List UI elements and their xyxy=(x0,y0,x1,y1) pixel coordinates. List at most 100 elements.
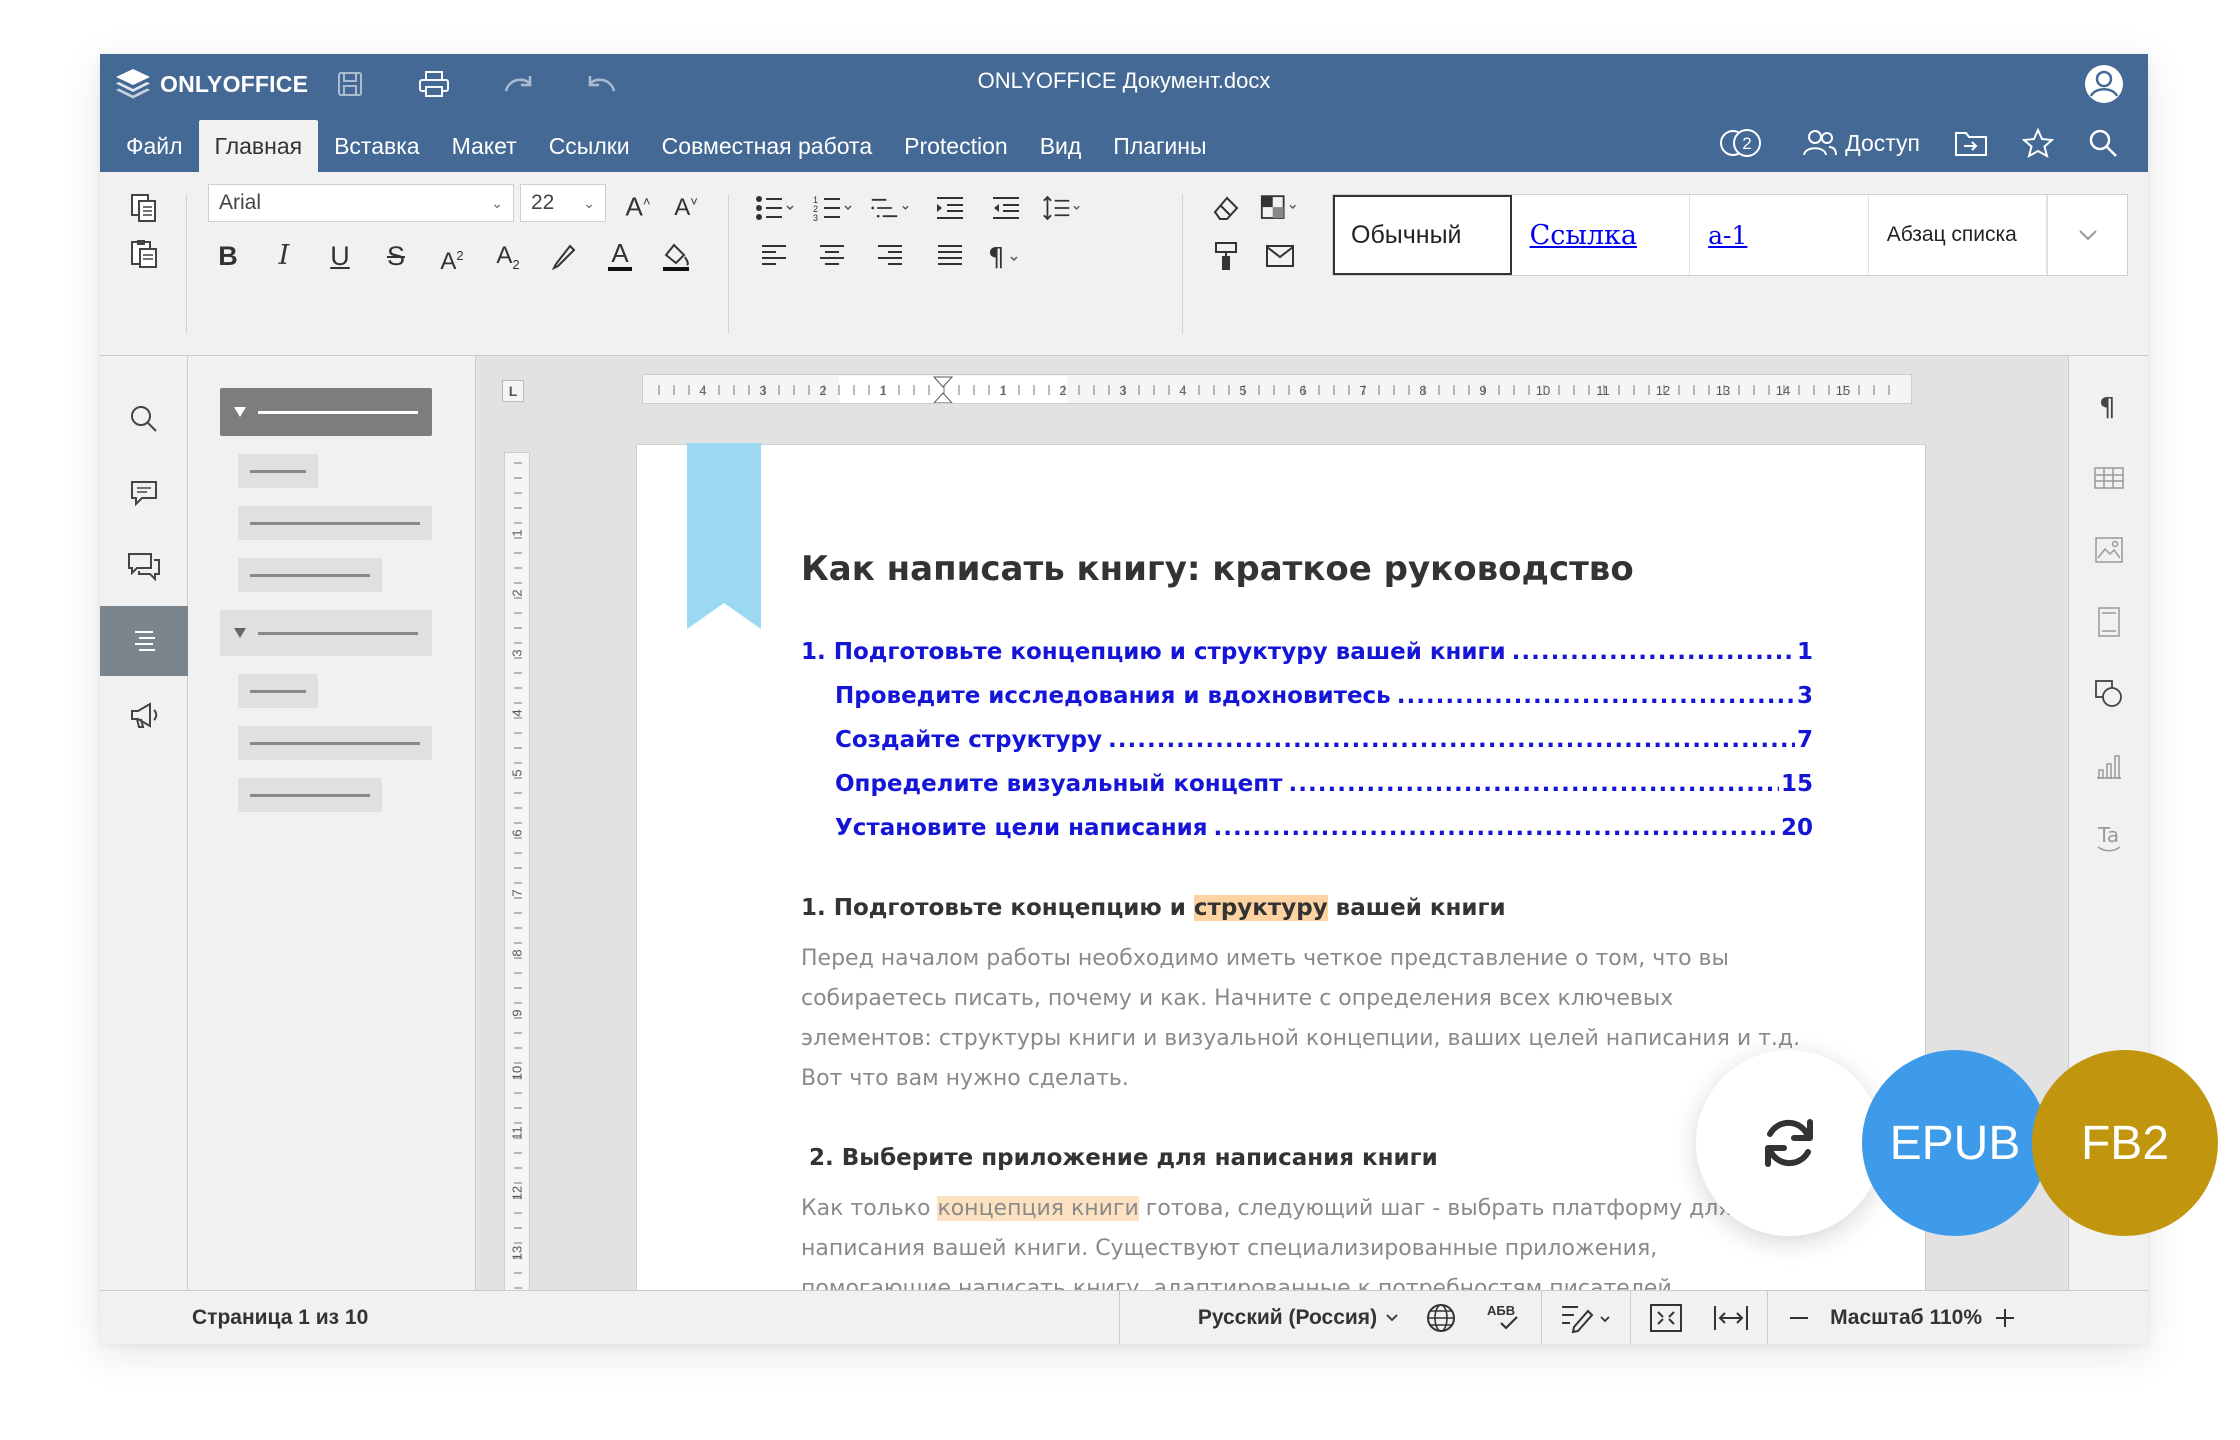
nav-subheading-item[interactable] xyxy=(238,454,318,488)
toc-leader: ........................................… xyxy=(1396,683,1795,709)
open-location-button[interactable] xyxy=(1954,129,1988,157)
tab-stop-selector[interactable]: L xyxy=(502,380,524,402)
track-changes-icon[interactable] xyxy=(1560,1301,1612,1335)
toc-entry[interactable]: Установите цели написания ..............… xyxy=(801,815,1813,859)
nonprinting-chars-icon[interactable]: ¶ xyxy=(986,236,1026,276)
zoom-in-icon[interactable] xyxy=(1992,1305,2018,1331)
tab-layout[interactable]: Макет xyxy=(436,120,533,172)
user-avatar-icon[interactable] xyxy=(2082,62,2126,106)
fb2-format-badge[interactable]: FB2 xyxy=(2032,1050,2218,1236)
strikethrough-icon[interactable]: S xyxy=(376,236,416,276)
globe-icon[interactable] xyxy=(1425,1302,1457,1334)
style-normal[interactable]: Обычный xyxy=(1333,195,1512,275)
coediting-users-button[interactable]: 2 xyxy=(1719,125,1767,161)
decrease-font-icon[interactable]: A˅ xyxy=(666,182,706,222)
increase-indent-icon[interactable] xyxy=(986,188,1026,228)
color-scheme-icon[interactable] xyxy=(1260,188,1300,228)
fit-width-icon[interactable] xyxy=(1713,1303,1749,1333)
style-list-paragraph[interactable]: Абзац списка xyxy=(1869,195,2048,275)
font-color-icon[interactable]: A xyxy=(600,236,640,276)
nav-subheading-item[interactable] xyxy=(238,778,382,812)
bold-icon[interactable]: B xyxy=(208,236,248,276)
epub-format-badge[interactable]: EPUB xyxy=(1862,1050,2048,1236)
increase-font-icon[interactable]: A˄ xyxy=(618,182,658,222)
tab-file[interactable]: Файл xyxy=(110,120,199,172)
highlight-pen-icon[interactable] xyxy=(544,236,584,276)
copy-icon[interactable] xyxy=(124,188,164,228)
zoom-out-icon[interactable] xyxy=(1786,1305,1812,1331)
horizontal-ruler[interactable]: 4 3 2 1 1 2 3 4 5 6 7 8 9 10 11 12 13 14 15 xyxy=(642,374,1912,404)
comments-panel-button[interactable] xyxy=(100,458,188,528)
header-footer-settings-button[interactable] xyxy=(2069,592,2148,652)
folder-arrow-icon xyxy=(1955,132,1987,156)
vertical-ruler[interactable]: 1234567891011121314 xyxy=(504,452,530,1344)
toc-entry[interactable]: 1. Подготовьте концепцию и структуру ваш… xyxy=(801,639,1813,683)
shape-icon xyxy=(2095,680,2122,707)
align-right-icon[interactable] xyxy=(870,236,910,276)
menu-bar: Файл Главная Вставка Макет Ссылки Совмес… xyxy=(100,114,2148,172)
shape-settings-button[interactable] xyxy=(2069,664,2148,724)
tab-references[interactable]: Ссылки xyxy=(533,120,646,172)
toc-entry[interactable]: Создайте структуру .....................… xyxy=(801,727,1813,771)
superscript-icon[interactable]: A2 xyxy=(432,236,472,276)
underline-icon[interactable]: U xyxy=(320,236,360,276)
nav-subheading-item[interactable] xyxy=(238,558,382,592)
toc-entry[interactable]: Определите визуальный концепт ..........… xyxy=(801,771,1813,815)
styles-expand-button[interactable] xyxy=(2047,195,2127,275)
bullet-list-icon[interactable] xyxy=(754,188,794,228)
megaphone-icon xyxy=(131,702,158,728)
chart-settings-button[interactable] xyxy=(2069,736,2148,796)
document-heading: Как написать книгу: краткое руководство xyxy=(801,549,1634,589)
paste-icon[interactable] xyxy=(124,234,164,274)
mail-merge-icon[interactable] xyxy=(1260,236,1300,276)
feedback-panel-button[interactable] xyxy=(100,680,188,750)
style-gallery: Обычный Ссылка a-1 Абзац списка xyxy=(1332,194,2128,276)
fit-page-icon[interactable] xyxy=(1649,1303,1683,1333)
language-select[interactable]: Русский (Россия) xyxy=(1198,1306,1399,1330)
numbered-list-icon[interactable]: 123 xyxy=(812,188,852,228)
multilevel-list-icon[interactable] xyxy=(870,188,910,228)
share-button[interactable]: Доступ xyxy=(1801,129,1920,157)
copy-style-icon[interactable] xyxy=(1206,236,1246,276)
line-spacing-icon[interactable] xyxy=(1042,188,1082,228)
spellcheck-icon[interactable]: АБВ xyxy=(1485,1301,1523,1335)
tab-home[interactable]: Главная xyxy=(198,120,319,172)
page-counter[interactable]: Страница 1 из 10 xyxy=(192,1291,368,1344)
tab-view[interactable]: Вид xyxy=(1024,120,1098,172)
pilcrow-icon: ¶ xyxy=(2099,393,2116,420)
tab-plugins[interactable]: Плагины xyxy=(1097,120,1222,172)
subscript-icon[interactable]: A2 xyxy=(488,236,528,276)
toc-page-number: 1 xyxy=(1796,639,1813,665)
nav-subheading-item[interactable] xyxy=(238,506,432,540)
justify-icon[interactable] xyxy=(930,236,970,276)
tab-collaboration[interactable]: Совместная работа xyxy=(646,120,888,172)
paragraph-shading-icon[interactable] xyxy=(656,236,696,276)
nav-heading-item[interactable] xyxy=(220,610,432,656)
nav-subheading-item[interactable] xyxy=(238,674,318,708)
font-size-select[interactable]: 22 ⌄ xyxy=(520,184,606,222)
align-center-icon[interactable] xyxy=(812,236,852,276)
font-name-select[interactable]: Arial ⌄ xyxy=(208,184,514,222)
status-separator xyxy=(1630,1291,1632,1344)
tab-insert[interactable]: Вставка xyxy=(318,120,436,172)
clear-style-icon[interactable] xyxy=(1206,188,1246,228)
toc-entry[interactable]: Проведите исследования и вдохновитесь ..… xyxy=(801,683,1813,727)
style-hyperlink[interactable]: Ссылка xyxy=(1512,195,1691,275)
chat-panel-button[interactable] xyxy=(100,532,188,602)
nav-heading-item[interactable] xyxy=(220,388,432,436)
search-button[interactable] xyxy=(2088,128,2118,158)
decrease-indent-icon[interactable] xyxy=(930,188,970,228)
table-settings-button[interactable] xyxy=(2069,448,2148,508)
navigation-panel-button[interactable] xyxy=(100,606,188,676)
tab-protection[interactable]: Protection xyxy=(888,120,1024,172)
favorite-button[interactable] xyxy=(2022,128,2054,158)
nav-subheading-item[interactable] xyxy=(238,726,432,760)
italic-icon[interactable]: I xyxy=(264,236,304,276)
text-art-settings-button[interactable]: Ta xyxy=(2069,808,2148,868)
search-panel-button[interactable] xyxy=(100,384,188,454)
style-a1[interactable]: a-1 xyxy=(1690,195,1869,275)
image-settings-button[interactable] xyxy=(2069,520,2148,580)
paragraph-settings-button[interactable]: ¶ xyxy=(2069,376,2148,436)
convert-button[interactable] xyxy=(1696,1050,1882,1236)
align-left-icon[interactable] xyxy=(754,236,794,276)
